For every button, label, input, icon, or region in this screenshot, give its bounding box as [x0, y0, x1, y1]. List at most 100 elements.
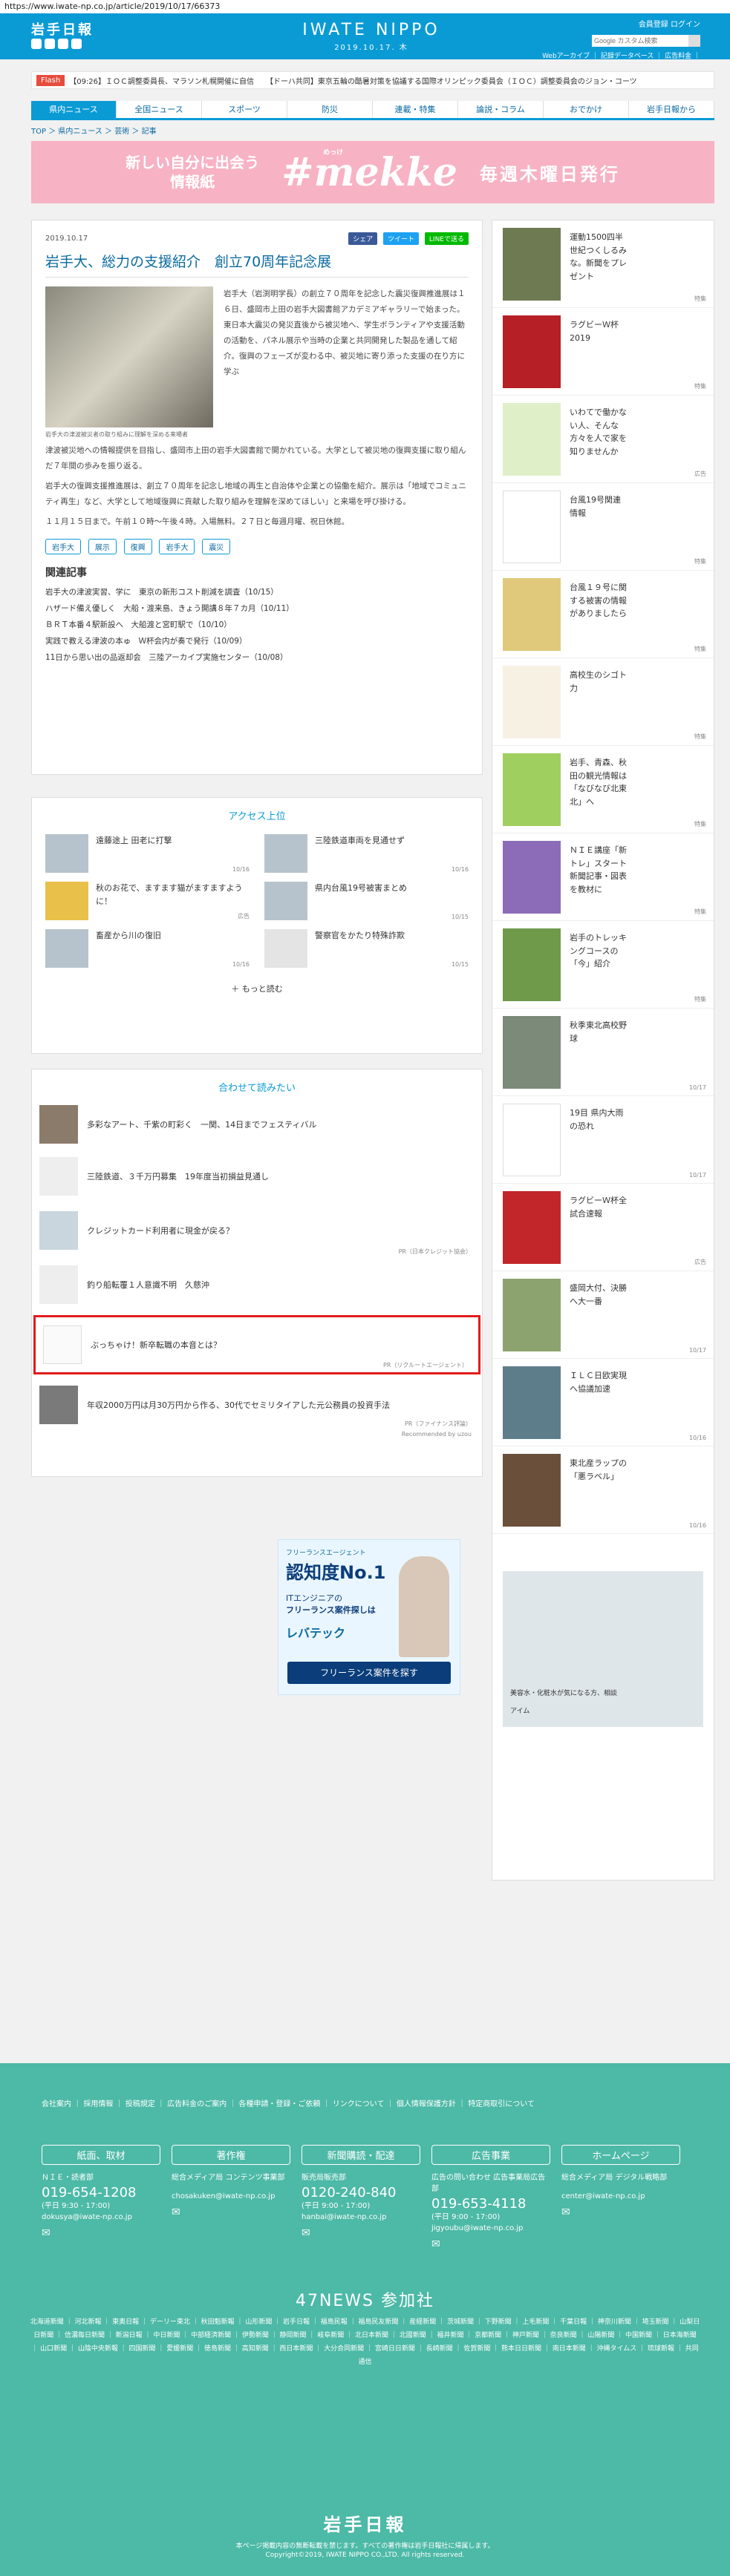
recommend-item[interactable]: 多彩なアート、千紫の町彩く 一関、14日までフェスティバル [32, 1098, 482, 1150]
recommend-item[interactable]: クレジットカード利用者に現金が戻る？ PR（日本クレジット協会） [32, 1202, 482, 1259]
related-list: 岩手大の津波実習、学に 東京の新形コスト削減を調査（10/15） ハザード備え優… [45, 584, 469, 666]
ranking-heading: アクセス上位 [228, 811, 286, 822]
sidebar-text: 台風１９号に関する被害の情報がありましたら [570, 583, 627, 619]
recommend-item[interactable]: 年収2000万円は月30万円から作る、30代でセミリタイアした元公務員の投資手法… [32, 1379, 482, 1431]
instagram-icon[interactable] [71, 39, 82, 49]
facebook-share-button[interactable]: シェア [348, 232, 378, 245]
mail-icon[interactable]: ✉ [172, 2206, 290, 2218]
search-input[interactable] [592, 35, 688, 47]
nav-item-disaster[interactable]: 防災 [287, 101, 373, 118]
site-logo[interactable]: 岩手日報 [31, 19, 94, 39]
sidebar-item[interactable]: 19目 県内大雨の恐れ 10/17 [492, 1096, 714, 1184]
sidebar-text: 岩手、青森、秋田の観光情報は「なびなび北東北」へ [570, 758, 627, 807]
recommend-item[interactable]: 釣り船転覆１人意識不明 久慈沖 [32, 1259, 482, 1311]
sidebar-item[interactable]: 台風19号関連情報 特集 [492, 483, 714, 571]
footer-links[interactable]: 会社案内 ｜ 採用情報 ｜ 投稿規定 ｜ 広告料金のご案内 ｜ 各種申請・登録・… [42, 2097, 576, 2112]
recommend-item[interactable]: ぶっちゃけ！新卒転職の本音とは？ PR（リクルートエージェント） [33, 1315, 480, 1374]
mail-icon[interactable]: ✉ [431, 2238, 550, 2250]
ranking-item[interactable]: 県内台風19号被害まとめ 10/15 [264, 882, 469, 920]
sidebar-item[interactable]: ＩＬＣ日欧実現へ協議加速 10/16 [492, 1359, 714, 1446]
banner-ruby: めっけ [323, 148, 344, 157]
tag[interactable]: 復興 [123, 539, 152, 554]
ticker-item[interactable]: 【09:26】ＩＯＣ調整委員長、マラソン札幌開催に自信 [69, 75, 254, 86]
recommend-item[interactable]: 三陸鉄道、３千万円募集 19年度当初損益見通し [32, 1150, 482, 1202]
sidebar-item[interactable]: 秋季東北高校野球 10/17 [492, 1009, 714, 1096]
tag[interactable]: 震災 [202, 539, 231, 554]
related-item[interactable]: ＢＲＴ本番４駅新設へ 大船渡と宮町駅で（10/10） [45, 617, 469, 633]
sidebar-item[interactable]: ラグビーＷ杯全試合速報 広告 [492, 1184, 714, 1271]
footer-phone[interactable]: 019-654-1208 [42, 2185, 160, 2200]
ad-cta-button[interactable]: フリーランス案件を探す [287, 1662, 451, 1684]
member-links[interactable]: 会員登録 ログイン [537, 18, 700, 29]
footer-mail[interactable]: center@iwate-np.co.jp [561, 2191, 680, 2202]
ranking-item[interactable]: 警察官をかたり特殊詐欺 10/15 [264, 929, 469, 968]
related-item[interactable]: 11日から思い出の品返却会 三陸アーカイブ実施センター（10/08） [45, 649, 469, 666]
nav-item-national[interactable]: 全国ニュース [117, 101, 202, 118]
footer-mail[interactable]: chosakuken@iwate-np.co.jp [172, 2191, 290, 2202]
tag[interactable]: 展示 [88, 539, 117, 554]
footer-contact-head: 広告事業 [431, 2145, 550, 2165]
uzou-credit[interactable]: Recommended by uzou [32, 1431, 482, 1438]
nav-item-local[interactable]: 県内ニュース [31, 101, 117, 118]
mekke-banner[interactable]: 新しい自分に出会う 情報紙 めっけ #mekke 毎週木曜日発行 [31, 141, 714, 203]
sidebar-item[interactable]: 運動1500四半世紀つくしるみな。新聞をプレゼント 特集 [492, 220, 714, 308]
sidebar-ad[interactable]: 美容水・化粧水が気になる方、相談 アイム [503, 1571, 703, 1727]
header-links[interactable]: Webアーカイブ ｜ 記録データベース ｜ 広告料金 ｜ [537, 50, 700, 60]
sidebar-thumb [503, 1366, 561, 1439]
facebook-icon[interactable] [31, 39, 42, 49]
ranking-item[interactable]: 畜産から川の復旧 10/16 [45, 929, 250, 968]
footer-mail[interactable]: dokusya@iwate-np.co.jp [42, 2212, 160, 2223]
ranking-text: 畜産から川の復旧 [96, 931, 161, 940]
ranking-thumb [264, 929, 307, 968]
youtube-icon[interactable] [58, 39, 68, 49]
footer-phone[interactable]: 0120-240-840 [302, 2185, 420, 2200]
nav-item-outing[interactable]: おでかけ [544, 101, 629, 118]
sidebar-item[interactable]: ＮＩＥ講座「新トレ」スタート 新聞記事・図表を教材に 特集 [492, 833, 714, 921]
ranking-item[interactable]: 三陸鉄道車両を見通せず 10/16 [264, 834, 469, 873]
mail-icon[interactable]: ✉ [561, 2206, 680, 2218]
levtech-ad[interactable]: フリーランスエージェント 認知度No.1 ITエンジニアの フリーランス案件探し… [278, 1539, 460, 1695]
mail-icon[interactable]: ✉ [42, 2227, 160, 2239]
footer-mail[interactable]: hanbai@iwate-np.co.jp [302, 2212, 420, 2223]
ranking-item[interactable]: 遠藤途上 田老に打撃 10/16 [45, 834, 250, 873]
nav-item-sports[interactable]: スポーツ [202, 101, 287, 118]
article-photo[interactable] [45, 286, 213, 427]
breadcrumb[interactable]: TOP ＞ 県内ニュース ＞ 芸術 ＞ 記事 [31, 125, 157, 136]
ranking-date: 10/16 [232, 866, 250, 873]
search-icon[interactable] [688, 35, 700, 47]
related-item[interactable]: 岩手大の津波実習、学に 東京の新形コスト削減を調査（10/15） [45, 584, 469, 600]
sidebar-label: 特集 [694, 295, 706, 302]
sidebar-label: 特集 [694, 908, 706, 915]
sidebar-item[interactable]: 台風１９号に関する被害の情報がありましたら 特集 [492, 571, 714, 658]
ticker-item[interactable]: 【ドーハ共同】東京五輪の酷暑対策を協議する国際オリンピック委員会（ＩＯＣ）調整委… [266, 75, 637, 86]
more-button[interactable]: ＋ もっと読む [32, 983, 482, 994]
ranking-thumb [264, 834, 307, 873]
line-share-button[interactable]: LINEで送る [424, 232, 469, 245]
related-item[interactable]: 実践で教える津波の本ゅ Ｗ杯会内が奏で発行（10/09） [45, 633, 469, 649]
footer-logo[interactable]: 岩手日報 [0, 2510, 730, 2536]
nav-item-features[interactable]: 連載・特集 [373, 101, 458, 118]
tweet-button[interactable]: ツイート [383, 232, 420, 245]
recommend-thumb [39, 1265, 78, 1304]
footer-mail[interactable]: jigyoubu@iwate-np.co.jp [431, 2223, 550, 2234]
tag[interactable]: 岩手大 [45, 539, 81, 554]
related-item[interactable]: ハザード備え優しく 大船・渡来島、きょう開講８年７カ月（10/11） [45, 600, 469, 617]
sidebar-item[interactable]: 岩手、青森、秋田の観光情報は「なびなび北東北」へ 特集 [492, 746, 714, 833]
sidebar-item[interactable]: いわてで働かない人、そんな方々を人で家を知りませんか 広告 [492, 396, 714, 483]
recommend-pr: PR（日本クレジット協会） [398, 1248, 472, 1255]
sidebar-item[interactable]: 高校生のシゴト力 特集 [492, 658, 714, 746]
sidebar-item[interactable]: 岩手のトレッキングコースの「今」紹介 特集 [492, 921, 714, 1009]
sidebar-item[interactable]: 盛岡大付、決勝へ大一番 10/17 [492, 1271, 714, 1359]
twitter-icon[interactable] [45, 39, 55, 49]
nav-item-from-nippo[interactable]: 岩手日報から [629, 101, 714, 118]
footer-contact: 新聞購読・配達 販売局販売部 0120-240-840 (平日 9:00 - 1… [302, 2145, 420, 2239]
news47-list[interactable]: 北海道新聞 ｜ 河北新報 ｜ 東奥日報 ｜ デーリー東北 ｜ 秋田魁新報 ｜ 山… [30, 2316, 700, 2369]
tag[interactable]: 岩手大 [159, 539, 195, 554]
sidebar-item[interactable]: ラグビーＷ杯2019 特集 [492, 308, 714, 396]
sidebar-item[interactable]: 東北産ラップの「悪ラベル」 10/16 [492, 1446, 714, 1534]
ranking-item[interactable]: 秋のお花で、ますます猫がますますように！ 広告 [45, 882, 250, 920]
nav-item-column[interactable]: 論説・コラム [458, 101, 544, 118]
mail-icon[interactable]: ✉ [302, 2227, 420, 2239]
flash-label: Flash [36, 74, 65, 86]
footer-phone[interactable]: 019-653-4118 [431, 2196, 550, 2212]
